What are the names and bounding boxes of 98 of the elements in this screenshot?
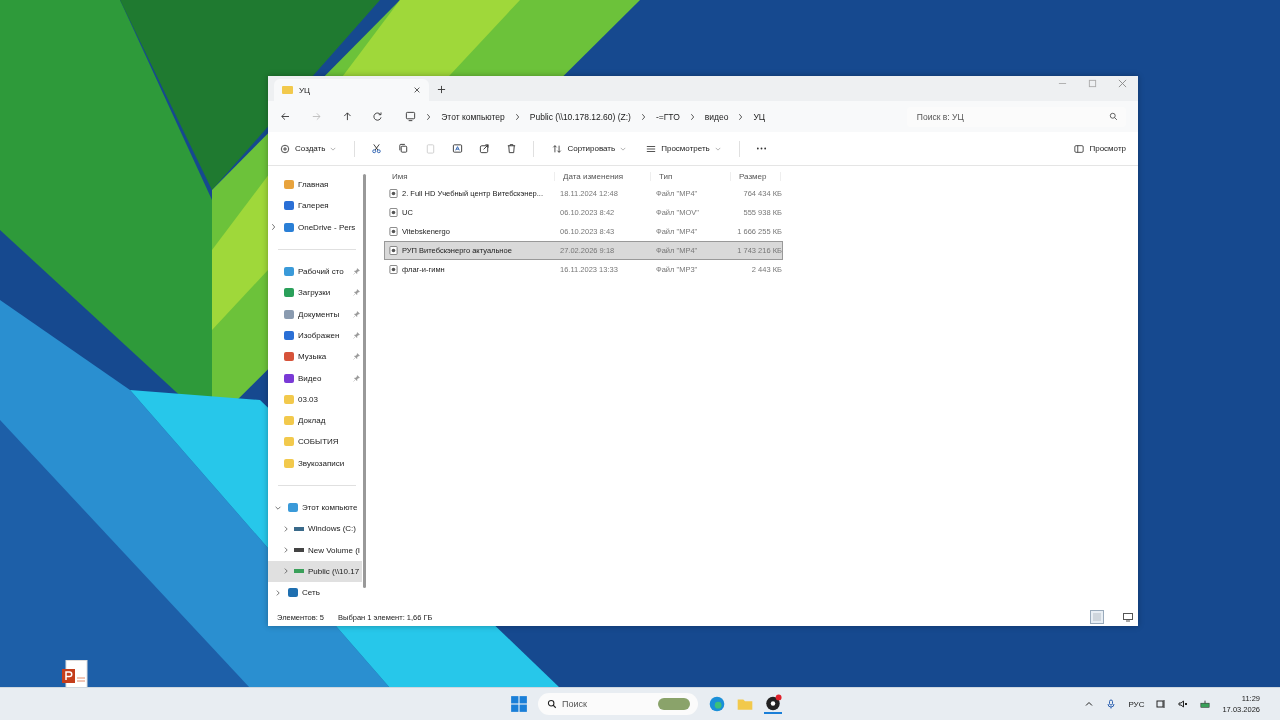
back-icon[interactable] xyxy=(280,111,291,122)
details-view-icon[interactable] xyxy=(1090,610,1104,624)
close-icon[interactable] xyxy=(413,86,421,94)
column-header[interactable]: Дата изменения xyxy=(555,171,651,181)
folder-icon xyxy=(284,416,294,426)
breadcrumb-item[interactable]: УЦ xyxy=(753,111,766,122)
media-file-icon xyxy=(389,189,398,198)
list-icon xyxy=(646,143,657,154)
chevron-icon xyxy=(426,112,432,121)
sidebar-item[interactable]: Главная xyxy=(268,174,362,196)
breadcrumb-item[interactable]: видео xyxy=(704,111,729,122)
tree-item[interactable]: Сеть xyxy=(268,582,362,604)
new-tab-icon[interactable] xyxy=(437,85,446,94)
presentation-file-icon[interactable] xyxy=(62,660,88,688)
delete-icon[interactable] xyxy=(506,143,518,154)
cut-icon[interactable] xyxy=(371,143,383,154)
pin-icon[interactable] xyxy=(353,268,360,276)
drive-icon xyxy=(294,548,304,553)
sidebar-item[interactable]: Загрузки xyxy=(268,282,362,304)
chevron-icon[interactable] xyxy=(274,588,282,597)
chevron-icon xyxy=(514,112,520,121)
breadcrumb-item[interactable]: Public (\\10.178.12.60) (Z:) xyxy=(529,111,631,122)
plus-circle-icon xyxy=(280,143,290,154)
caret-icon xyxy=(330,146,337,151)
sidebar-item[interactable]: Видео xyxy=(268,367,362,389)
search-icon xyxy=(1109,112,1118,121)
caret-icon xyxy=(620,146,627,151)
breadcrumb-item[interactable]: Этот компьютер xyxy=(441,111,505,122)
microphone-icon[interactable] xyxy=(1106,699,1117,709)
battery-icon[interactable] xyxy=(1200,699,1211,709)
media-file-icon xyxy=(389,227,398,236)
sidebar-item[interactable]: Доклад xyxy=(268,409,362,432)
media-file-icon xyxy=(389,265,398,274)
tree-item[interactable]: New Volume (I xyxy=(268,539,362,561)
search-icon xyxy=(547,699,557,709)
sidebar-item[interactable]: Музыка xyxy=(268,346,362,368)
share-icon[interactable] xyxy=(479,143,491,154)
create-button[interactable]: Создать xyxy=(278,140,339,157)
chevron-up-icon[interactable] xyxy=(1084,699,1095,709)
column-header[interactable]: Тип xyxy=(651,171,731,181)
sidebar-item[interactable]: Документы xyxy=(268,303,362,325)
address-bar[interactable]: Этот компьютер Public (\\10.178.12.60) (Z:) -=ГТО видео УЦ xyxy=(399,105,887,128)
media-file-icon xyxy=(389,208,398,217)
pin-icon[interactable] xyxy=(353,310,360,318)
forward-icon[interactable] xyxy=(310,111,322,122)
pin-icon[interactable] xyxy=(353,331,360,339)
tree-item[interactable]: Этот компьюте xyxy=(268,496,362,519)
browser-icon[interactable] xyxy=(708,695,726,713)
folder-icon xyxy=(282,86,293,94)
pin-icon[interactable] xyxy=(353,353,360,361)
sidebar-item[interactable]: Звукозаписи xyxy=(268,452,362,474)
rename-icon[interactable] xyxy=(452,143,464,154)
sidebar-item[interactable]: СОБЫТИЯ xyxy=(268,431,362,453)
up-icon[interactable] xyxy=(341,111,353,122)
sidebar-item[interactable]: Галерея xyxy=(268,195,362,217)
chevron-icon[interactable] xyxy=(282,567,290,576)
preview-pane-button[interactable]: Просмотр xyxy=(1072,140,1128,157)
view-button[interactable]: Просмотреть xyxy=(644,140,723,157)
language-indicator[interactable]: РУС xyxy=(1128,699,1145,709)
column-header[interactable]: Имя xyxy=(384,171,555,181)
folder-icon xyxy=(284,394,294,404)
media-player-icon[interactable] xyxy=(764,694,782,714)
start-icon[interactable] xyxy=(510,695,528,713)
tiles-view-icon[interactable] xyxy=(1122,611,1134,623)
media-file-icon xyxy=(389,246,398,255)
sidebar-item[interactable]: 03.03 xyxy=(268,388,362,410)
column-header[interactable]: Размер xyxy=(731,171,781,181)
sidebar-item[interactable]: Рабочий сто xyxy=(268,260,362,283)
chevron-icon[interactable] xyxy=(270,223,276,232)
sidebar-item[interactable]: OneDrive - Pers xyxy=(268,216,362,238)
chevron-icon[interactable] xyxy=(282,546,290,555)
breadcrumb-item[interactable]: -=ГТО xyxy=(655,111,680,122)
monitor-icon xyxy=(405,111,417,122)
folder-icon xyxy=(284,437,294,447)
scrollbar[interactable] xyxy=(363,174,366,588)
tree-item[interactable]: Public (\\10.17 xyxy=(268,560,362,583)
copy-icon[interactable] xyxy=(398,143,410,154)
sidebar-item[interactable]: Изображен xyxy=(268,324,362,347)
chevron-icon xyxy=(738,112,744,121)
caret-icon xyxy=(714,146,721,151)
preview-pane-icon xyxy=(1074,143,1085,154)
sort-button[interactable]: Сортировать xyxy=(550,140,629,157)
drive-icon xyxy=(294,569,304,574)
pin-icon[interactable] xyxy=(353,374,360,382)
drive-icon xyxy=(294,526,304,531)
taskbar-search-field[interactable]: Поиск xyxy=(538,693,698,715)
speaker-muted-icon[interactable] xyxy=(1178,699,1189,709)
window-tab[interactable]: УЦ xyxy=(274,79,429,101)
folder-icon xyxy=(284,458,294,468)
chevron-icon xyxy=(640,112,646,121)
refresh-icon[interactable] xyxy=(372,111,384,122)
maximize-icon[interactable] xyxy=(1088,79,1097,88)
chevron-icon[interactable] xyxy=(282,524,290,533)
tree-item[interactable]: Windows (C:) xyxy=(268,518,362,540)
chevron-icon xyxy=(689,112,695,121)
close-icon[interactable] xyxy=(1118,79,1127,88)
pin-icon[interactable] xyxy=(353,289,360,297)
sort-icon xyxy=(552,143,563,154)
